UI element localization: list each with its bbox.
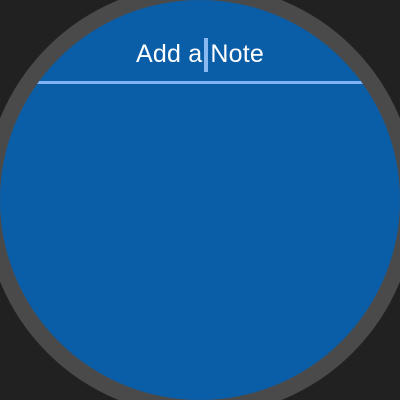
watch-face: Add a Note — [0, 0, 400, 400]
add-note-input[interactable]: Add a Note — [37, 28, 363, 84]
note-input-text: Add a Note — [136, 37, 264, 72]
text-cursor — [204, 37, 209, 72]
watch-screen: Add a Note — [0, 0, 400, 400]
text-after-cursor: Note — [210, 40, 264, 68]
text-before-cursor: Add a — [136, 40, 203, 68]
